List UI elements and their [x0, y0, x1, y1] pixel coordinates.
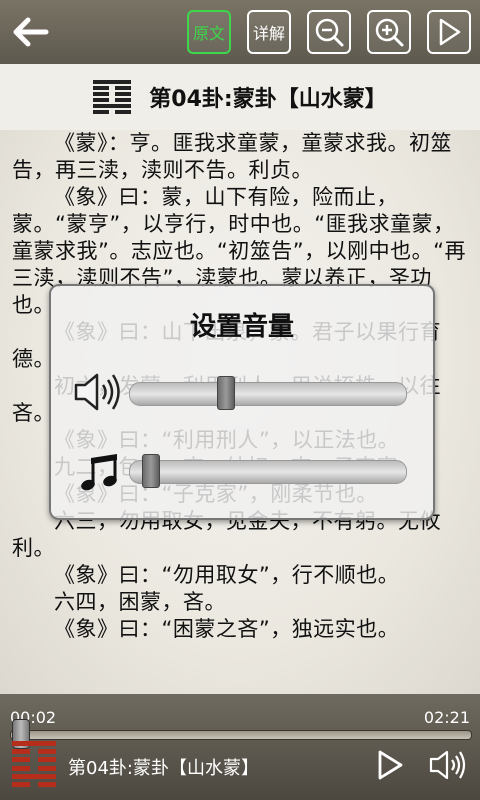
hexagram-line: [93, 98, 132, 102]
now-playing-title: 第04卦:蒙卦【山水蒙】: [68, 758, 259, 779]
music-volume-thumb[interactable]: [142, 454, 160, 488]
zoom-out-icon: [315, 18, 344, 47]
audio-player: 00:02 02:21 第04卦:蒙卦【山水蒙】: [0, 694, 480, 800]
music-note-icon: [81, 454, 117, 491]
speaker-icon: [74, 373, 120, 411]
voice-volume-track[interactable]: [129, 382, 407, 406]
volume-dialog: 设置音量: [49, 284, 435, 520]
text-paragraph: 《蒙》：亨。匪我求童蒙，童蒙求我。初筮告，再三渎，渎则不告。利贞。: [12, 131, 452, 182]
hexagram-line: [93, 80, 132, 84]
chapter-header: 第04卦:蒙卦【山水蒙】: [0, 64, 480, 130]
hexagram-line: [93, 104, 132, 108]
hexagram-line: [12, 749, 56, 755]
original-text-button[interactable]: 原文: [187, 10, 231, 54]
hexagram-line: [12, 781, 56, 787]
zoom-in-button[interactable]: [367, 10, 411, 54]
hexagram-thumbnail-icon: [12, 741, 56, 787]
hexagram-line: [93, 110, 132, 114]
play-icon: [439, 18, 461, 46]
text-paragraph: 《象》曰：“困蒙之吝”，独远实也。: [54, 617, 400, 641]
hexagram-line: [12, 765, 56, 771]
text-paragraph: 六四，困蒙，吝。: [54, 590, 226, 614]
top-toolbar: 原文 详解: [0, 0, 480, 65]
hexagram-line: [12, 773, 56, 779]
music-volume-track[interactable]: [129, 460, 407, 484]
text-paragraph: 《象》曰：“勿用取女”，行不顺也。: [54, 563, 400, 587]
total-duration: 02:21: [423, 708, 470, 727]
explanation-label: 详解: [252, 24, 285, 43]
play-button[interactable]: [374, 748, 406, 782]
zoom-in-icon: [375, 18, 404, 47]
back-button[interactable]: [8, 10, 52, 54]
hexagram-line: [12, 757, 56, 763]
explanation-button[interactable]: 详解: [247, 10, 291, 54]
original-text-label: 原文: [192, 24, 225, 43]
volume-dialog-title: 设置音量: [189, 312, 294, 342]
zoom-out-button[interactable]: [307, 10, 351, 54]
back-arrow-icon: [13, 17, 49, 47]
hexagram-line: [12, 741, 56, 746]
hexagram-line: [93, 92, 132, 96]
volume-button[interactable]: [428, 748, 470, 782]
voice-volume-thumb[interactable]: [217, 376, 236, 410]
hexagram-line: [93, 86, 132, 90]
page-title: 第04卦:蒙卦【山水蒙】: [149, 87, 387, 112]
play-top-button[interactable]: [427, 10, 471, 54]
seek-bar[interactable]: [10, 730, 472, 740]
hexagram-icon: [93, 80, 132, 114]
